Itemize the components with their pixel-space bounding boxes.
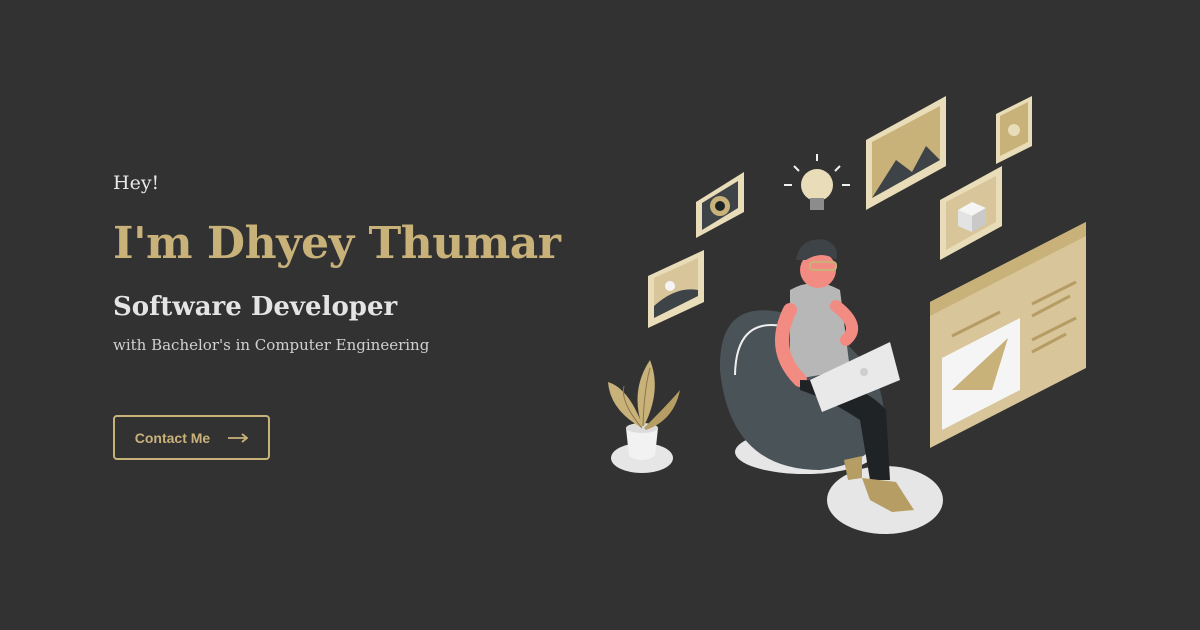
- tagline-text: with Bachelor's in Computer Engineering: [113, 336, 430, 354]
- role-subtitle: Software Developer: [113, 292, 398, 322]
- potted-plant-image: [608, 360, 680, 473]
- picture-frame-sun: [648, 250, 704, 328]
- developer-illustration: [608, 96, 1086, 534]
- browser-window-image: [930, 222, 1086, 448]
- hero-text-block: Hey! I'm Dhyey Thumar Software Developer…: [113, 165, 593, 355]
- arrow-right-icon: [228, 432, 249, 443]
- lightbulb-icon: [784, 154, 850, 210]
- picture-frame-cube: [940, 166, 1002, 260]
- greeting-text: Hey!: [113, 172, 160, 194]
- hero-section: Hey! I'm Dhyey Thumar Software Developer…: [0, 0, 1200, 630]
- hero-name-heading: I'm Dhyey Thumar: [113, 218, 561, 269]
- picture-frame-mountain: [866, 96, 946, 210]
- contact-me-button[interactable]: Contact Me: [113, 415, 270, 460]
- picture-frame-eye: [696, 172, 744, 238]
- picture-frame-bulb: [996, 96, 1032, 164]
- contact-button-label: Contact Me: [134, 429, 211, 446]
